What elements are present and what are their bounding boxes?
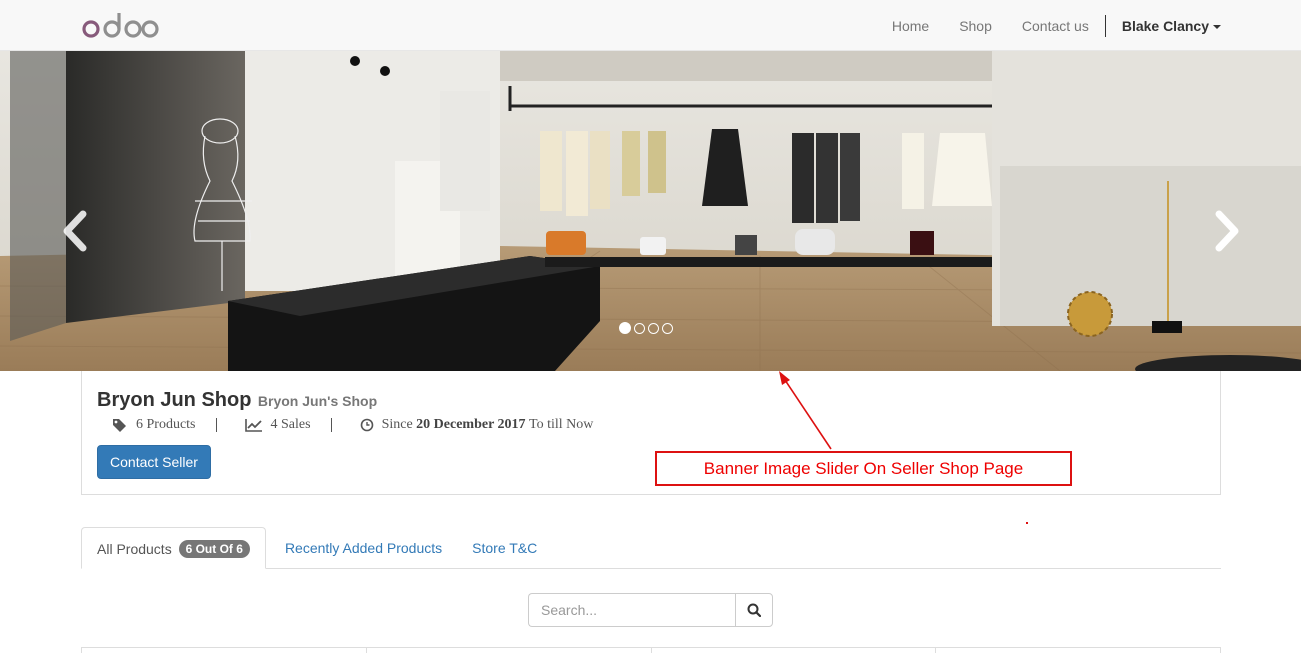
tab-recently-added[interactable]: Recently Added Products: [270, 527, 457, 569]
odoo-logo[interactable]: [82, 10, 160, 40]
annotation-label: Banner Image Slider On Seller Shop Page: [655, 451, 1072, 486]
slider-indicators: [619, 322, 673, 334]
sales-count: 4 Sales: [270, 417, 311, 432]
stat-divider: [330, 418, 332, 432]
top-navbar: Home Shop Contact us Blake Clancy: [0, 0, 1301, 51]
product-card[interactable]: [652, 648, 937, 653]
seller-title: Bryon Jun Shop Bryon Jun's Shop: [97, 389, 377, 412]
slider-indicator[interactable]: [634, 323, 645, 334]
product-search: [528, 593, 773, 627]
shop-name: Bryon Jun Shop: [97, 389, 252, 411]
user-menu[interactable]: Blake Clancy: [1107, 18, 1221, 34]
caret-down-icon: [1213, 24, 1221, 29]
annotation-dot: [1026, 522, 1028, 524]
product-count-badge: 6 Out Of 6: [178, 540, 250, 558]
product-card[interactable]: [936, 648, 1220, 653]
product-grid: [81, 647, 1221, 653]
product-card[interactable]: [82, 648, 367, 653]
seller-stats: 6 Products 4 Sales Since 20 December 201…: [112, 417, 593, 433]
stat-divider: [215, 418, 217, 432]
main-nav: Home Shop Contact us Blake Clancy: [877, 0, 1221, 51]
nav-home-link[interactable]: Home: [877, 18, 944, 34]
tab-label: All Products: [97, 541, 172, 557]
products-count: 6 Products: [136, 417, 196, 432]
shop-subtitle: Bryon Jun's Shop: [257, 393, 378, 409]
slider-indicator[interactable]: [662, 323, 673, 334]
user-name: Blake Clancy: [1121, 17, 1209, 34]
search-input[interactable]: [528, 593, 735, 627]
since-stat: Since 20 December 2017 To till Now: [360, 417, 594, 433]
product-card[interactable]: [367, 648, 652, 653]
since-date: 20 December 2017: [416, 417, 526, 432]
banner-slider: [0, 51, 1301, 371]
search-button[interactable]: [735, 593, 773, 627]
tab-store-terms[interactable]: Store T&C: [457, 527, 552, 569]
since-prefix: Since: [381, 417, 413, 432]
slider-next-chevron-right-icon[interactable]: [1207, 206, 1247, 256]
nav-divider: [1104, 14, 1106, 37]
nav-contact-link[interactable]: Contact us: [1007, 18, 1104, 34]
since-suffix: To till Now: [529, 417, 594, 432]
sales-stat: 4 Sales: [244, 417, 311, 433]
clock-icon: [360, 418, 373, 432]
tab-all-products[interactable]: All Products 6 Out Of 6: [81, 527, 266, 569]
slider-indicator[interactable]: [619, 322, 631, 334]
slider-indicator[interactable]: [648, 323, 659, 334]
tags-icon: [113, 419, 126, 432]
line-chart-icon: [244, 419, 262, 432]
product-tabs: All Products 6 Out Of 6 Recently Added P…: [81, 527, 1221, 569]
products-stat: 6 Products: [112, 417, 196, 433]
slider-prev-chevron-left-icon[interactable]: [55, 206, 95, 256]
search-icon: [747, 603, 761, 617]
contact-seller-button[interactable]: Contact Seller: [97, 445, 211, 479]
nav-shop-link[interactable]: Shop: [944, 18, 1007, 34]
